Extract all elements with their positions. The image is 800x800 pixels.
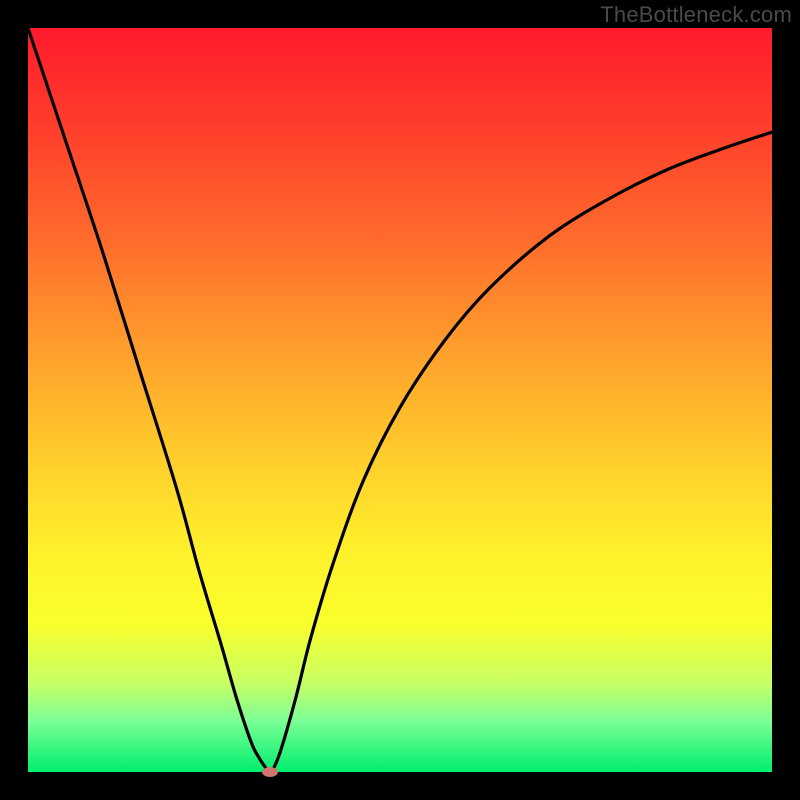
watermark-text: TheBottleneck.com — [600, 2, 792, 28]
minimum-marker — [262, 767, 278, 777]
chart-plot-area — [28, 28, 772, 772]
bottleneck-curve — [28, 28, 772, 772]
chart-frame: TheBottleneck.com — [0, 0, 800, 800]
